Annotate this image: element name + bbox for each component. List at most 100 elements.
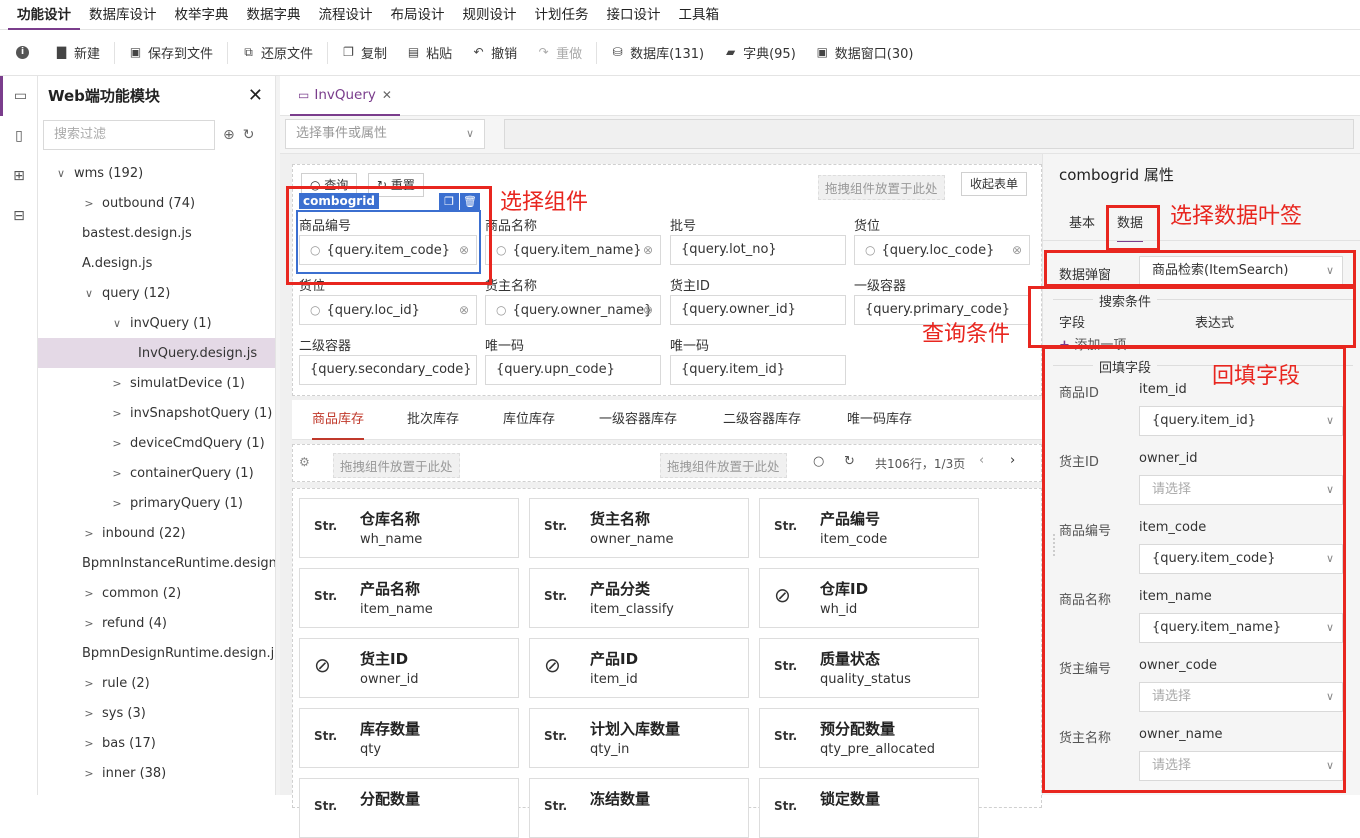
column-card[interactable]: Str. 产品编号 item_code <box>759 498 979 558</box>
tree-item[interactable]: > simulatDevice (1) <box>38 368 275 398</box>
form-field-input[interactable]: ○ {query.loc_id} ⊗ <box>299 295 477 325</box>
tree-item[interactable]: > rule (2) <box>38 668 275 698</box>
tree-item[interactable]: > containerQuery (1) <box>38 458 275 488</box>
form-field-input[interactable]: {query.item_id} <box>670 355 846 385</box>
tree-item[interactable]: > deviceCmdQuery (1) <box>38 428 275 458</box>
column-card[interactable]: Str. 货主名称 owner_name <box>529 498 749 558</box>
column-card[interactable]: Str. 质量状态 quality_status <box>759 638 979 698</box>
tree-item[interactable]: > common (2) <box>38 578 275 608</box>
menu-item-schedule[interactable]: 计划任务 <box>526 0 598 30</box>
close-icon[interactable]: ✕ <box>248 85 263 106</box>
tab-basic[interactable]: 基本 <box>1069 212 1095 242</box>
copy-button[interactable]: ❐ 复制 <box>332 30 397 76</box>
form-field-input[interactable]: {query.upn_code} <box>485 355 661 385</box>
paste-button[interactable]: ▤ 粘贴 <box>397 30 462 76</box>
chevron-down-icon[interactable]: ∨ <box>54 167 68 180</box>
tree-item[interactable]: BpmnInstanceRuntime.design.js <box>38 548 275 578</box>
component-view-button[interactable]: ⊞ <box>0 156 38 196</box>
tree-item[interactable]: > inner (38) <box>38 758 275 788</box>
chevron-right-icon[interactable]: > <box>110 437 124 450</box>
close-icon[interactable]: ✕ <box>382 88 392 102</box>
form-field-input[interactable]: ○ {query.owner_name} ⊗ <box>485 295 661 325</box>
clear-icon[interactable]: ⊗ <box>1012 236 1022 264</box>
chevron-right-icon[interactable]: > <box>110 497 124 510</box>
menu-item-flow-design[interactable]: 流程设计 <box>310 0 382 30</box>
column-card[interactable]: Str. 预分配数量 qty_pre_allocated <box>759 708 979 768</box>
gears-icon[interactable]: ⚙ <box>299 455 310 469</box>
chevron-right-icon[interactable]: > <box>82 617 96 630</box>
chevron-right-icon[interactable]: > <box>82 527 96 540</box>
chevron-right-icon[interactable]: > <box>82 707 96 720</box>
clear-icon[interactable]: ⊗ <box>643 236 653 264</box>
tree-item[interactable]: > invSnapshotQuery (1) <box>38 398 275 428</box>
undo-button[interactable]: ↶ 撤销 <box>462 30 527 76</box>
info-button[interactable]: i <box>6 30 45 76</box>
tree-item[interactable]: bastest.design.js <box>38 218 275 248</box>
form-field-input[interactable]: ○ {query.item_name} ⊗ <box>485 235 661 265</box>
database-button[interactable]: ⛁ 数据库(131) <box>601 30 714 76</box>
clear-icon[interactable]: ⊗ <box>643 296 653 324</box>
chevron-right-icon[interactable]: > <box>110 377 124 390</box>
tree-item[interactable]: > bas (17) <box>38 728 275 758</box>
column-card[interactable]: ⊘ 货主ID owner_id <box>299 638 519 698</box>
form-field-input[interactable]: {query.lot_no} <box>670 235 846 265</box>
chevron-right-icon[interactable]: > <box>82 587 96 600</box>
tab-location-inventory[interactable]: 库位库存 <box>503 400 555 440</box>
redo-button[interactable]: ↷ 重做 <box>527 30 592 76</box>
desktop-view-button[interactable]: ▭ <box>0 76 38 116</box>
column-card[interactable]: Str. 库存数量 qty <box>299 708 519 768</box>
tree-item[interactable]: > refund (4) <box>38 608 275 638</box>
column-card[interactable]: Str. 仓库名称 wh_name <box>299 498 519 558</box>
tree-item[interactable]: > primaryQuery (1) <box>38 488 275 518</box>
restore-file-button[interactable]: ⧉ 还原文件 <box>232 30 323 76</box>
tab-primary-container-inventory[interactable]: 一级容器库存 <box>599 400 677 440</box>
save-to-file-button[interactable]: ▣ 保存到文件 <box>119 30 223 76</box>
column-card[interactable]: Str. 产品名称 item_name <box>299 568 519 628</box>
editor-tab-invquery[interactable]: ▭ InvQuery ✕ <box>290 76 400 116</box>
search-icon[interactable]: ○ <box>813 454 824 469</box>
menu-item-enum-dict[interactable]: 枚举字典 <box>166 0 238 30</box>
data-window-button[interactable]: ▣ 数据窗口(30) <box>806 30 924 76</box>
refresh-icon[interactable]: ↻ <box>243 127 255 143</box>
form-field-input[interactable]: {query.owner_id} <box>670 295 846 325</box>
column-card[interactable]: Str. 锁定数量 <box>759 778 979 838</box>
tree-item[interactable]: InvQuery.design.js <box>38 338 275 368</box>
clear-icon[interactable]: ⊗ <box>459 296 469 324</box>
chevron-down-icon[interactable]: ∨ <box>110 317 124 330</box>
column-card[interactable]: ⊘ 仓库ID wh_id <box>759 568 979 628</box>
menu-item-database-design[interactable]: 数据库设计 <box>80 0 166 30</box>
dictionary-button[interactable]: ▰ 字典(95) <box>714 30 806 76</box>
column-card[interactable]: Str. 冻结数量 <box>529 778 749 838</box>
locate-icon[interactable]: ⊕ <box>223 127 235 143</box>
tree-item[interactable]: ∨ query (12) <box>38 278 275 308</box>
tab-item-inventory[interactable]: 商品库存 <box>312 400 365 440</box>
chevron-right-icon[interactable]: > <box>110 407 124 420</box>
menu-item-function-design[interactable]: 功能设计 <box>8 0 80 30</box>
column-card[interactable]: Str. 分配数量 <box>299 778 519 838</box>
next-page-icon[interactable]: › <box>1010 453 1015 468</box>
column-card[interactable]: Str. 计划入库数量 qty_in <box>529 708 749 768</box>
new-button[interactable]: ▇ 新建 <box>45 30 110 76</box>
prev-page-icon[interactable]: ‹ <box>979 453 984 468</box>
chevron-right-icon[interactable]: > <box>110 467 124 480</box>
event-property-select[interactable]: 选择事件或属性 ∨ <box>285 119 485 149</box>
tree-item[interactable]: > sys (3) <box>38 698 275 728</box>
column-card[interactable]: ⊘ 产品ID item_id <box>529 638 749 698</box>
chevron-right-icon[interactable]: > <box>82 767 96 780</box>
column-card[interactable]: Str. 产品分类 item_classify <box>529 568 749 628</box>
device-view-button[interactable]: ⊟ <box>0 196 38 236</box>
form-field-input[interactable]: {query.secondary_code} <box>299 355 477 385</box>
form-field-input[interactable]: ○ {query.loc_code} ⊗ <box>854 235 1030 265</box>
chevron-right-icon[interactable]: > <box>82 737 96 750</box>
tab-unique-code-inventory[interactable]: 唯一码库存 <box>847 400 912 440</box>
refresh-icon[interactable]: ↻ <box>844 454 855 469</box>
menu-item-rule-design[interactable]: 规则设计 <box>454 0 526 30</box>
tree-item[interactable]: ∨ invQuery (1) <box>38 308 275 338</box>
tree-item[interactable]: > outbound (74) <box>38 188 275 218</box>
tree-search-input[interactable]: 搜索过滤 <box>43 120 215 150</box>
tree-item[interactable]: BpmnDesignRuntime.design.js <box>38 638 275 668</box>
expression-input[interactable] <box>504 119 1354 149</box>
menu-item-api-design[interactable]: 接口设计 <box>598 0 670 30</box>
tab-batch-inventory[interactable]: 批次库存 <box>407 400 459 440</box>
menu-item-toolbox[interactable]: 工具箱 <box>670 0 729 30</box>
